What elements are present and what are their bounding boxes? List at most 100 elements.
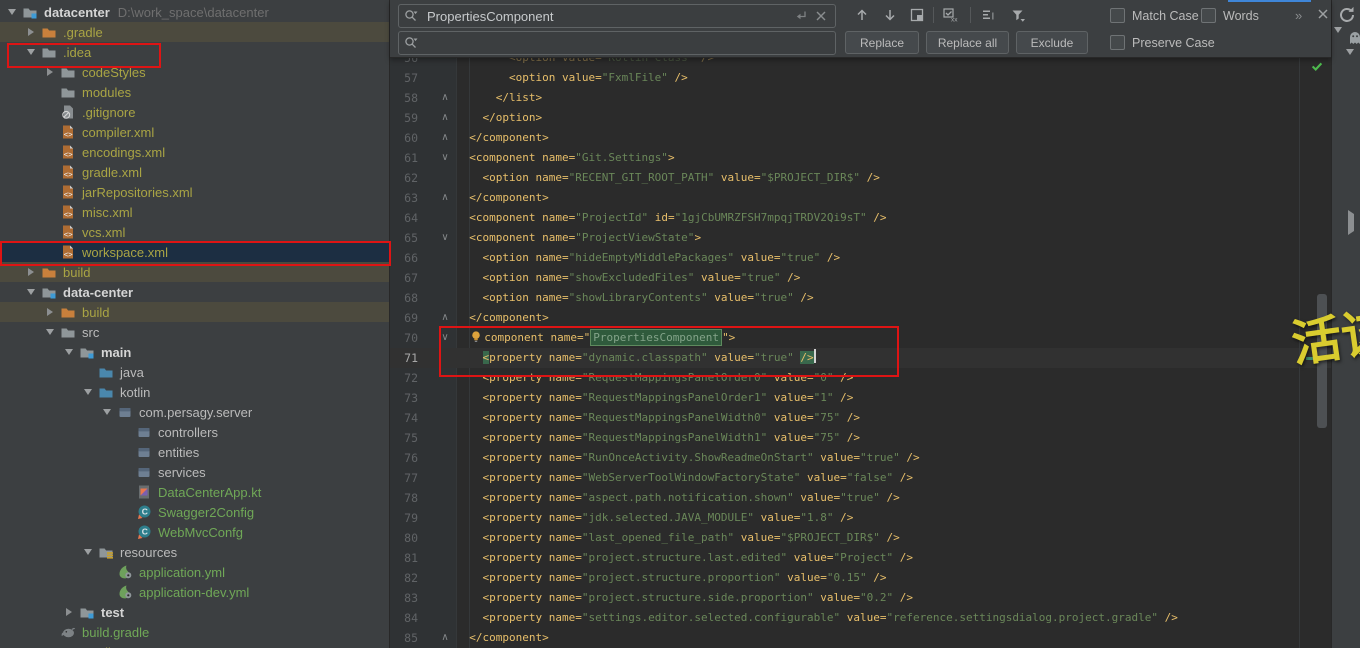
chevron-collapsed-icon[interactable]: [25, 28, 37, 36]
tree-item-resources[interactable]: resources: [0, 542, 389, 562]
triangle-down-icon[interactable]: [1346, 55, 1354, 73]
fold-marker-icon[interactable]: ∧: [438, 188, 452, 208]
fold-marker-icon[interactable]: ∨: [438, 148, 452, 168]
newline-icon[interactable]: [793, 8, 809, 29]
code-line-85[interactable]: </component>: [456, 628, 549, 648]
code-line-56[interactable]: <option value="Kotlin Class" />: [456, 57, 714, 68]
arrow-down-icon[interactable]: [879, 4, 901, 26]
tree-item-vcs.xml[interactable]: <>vcs.xml: [0, 222, 389, 242]
search-input[interactable]: [425, 5, 789, 27]
tree-item-WebMvcConfg[interactable]: CWebMvcConfg: [0, 522, 389, 542]
chevron-expanded-icon[interactable]: [6, 9, 18, 15]
checkbox-box[interactable]: [1110, 35, 1125, 50]
code-line-66[interactable]: <option name="hideEmptyMiddlePackages" v…: [456, 248, 840, 268]
filter-lines-icon[interactable]: I: [978, 4, 1000, 26]
code-line-83[interactable]: <property name="project.structure.side.p…: [456, 588, 913, 608]
tree-item-application.yml[interactable]: application.yml: [0, 562, 389, 582]
fold-marker-icon[interactable]: ∨: [438, 328, 452, 348]
tree-item-test[interactable]: test: [0, 602, 389, 622]
code-line-79[interactable]: <property name="jdk.selected.JAVA_MODULE…: [456, 508, 853, 528]
filter-funnel-icon[interactable]: [1007, 4, 1029, 26]
fold-marker-icon[interactable]: ∧: [438, 628, 452, 648]
replace-button[interactable]: Replace: [845, 31, 919, 54]
code-line-75[interactable]: <property name="RequestMappingsPanelWidt…: [456, 428, 860, 448]
tree-item-.gradle[interactable]: .gradle: [0, 22, 389, 42]
words-checkbox[interactable]: Words: [1201, 8, 1259, 23]
tree-item-Swagger2Config[interactable]: CSwagger2Config: [0, 502, 389, 522]
code-line-72[interactable]: <property name="RequestMappingsPanelOrde…: [456, 368, 853, 388]
triangle-down-icon[interactable]: [1334, 33, 1342, 51]
tree-item-codeStyles[interactable]: codeStyles: [0, 62, 389, 82]
tree-item-modules[interactable]: modules: [0, 82, 389, 102]
tree-item-compiler.xml[interactable]: <>compiler.xml: [0, 122, 389, 142]
code-line-73[interactable]: <property name="RequestMappingsPanelOrde…: [456, 388, 853, 408]
chevron-expanded-icon[interactable]: [101, 409, 113, 415]
tree-item-build[interactable]: build: [0, 302, 389, 322]
chevron-expanded-icon[interactable]: [82, 389, 94, 395]
code-line-60[interactable]: </component>: [456, 128, 549, 148]
tree-item-gradle[interactable]: gradle: [0, 642, 389, 648]
code-line-70[interactable]: component name="PropertiesComponent">: [456, 328, 735, 348]
fold-marker-icon[interactable]: ∨: [438, 228, 452, 248]
tree-item-main[interactable]: main: [0, 342, 389, 362]
arrow-up-icon[interactable]: [851, 4, 873, 26]
tree-item-controllers[interactable]: controllers: [0, 422, 389, 442]
tree-item-DataCenterApp.kt[interactable]: DataCenterApp.kt: [0, 482, 389, 502]
code-line-77[interactable]: <property name="WebServerToolWindowFacto…: [456, 468, 913, 488]
close-icon[interactable]: [1315, 6, 1331, 27]
select-all-occurrences-icon[interactable]: xx: [939, 4, 961, 26]
tree-item-data-center[interactable]: data-center: [0, 282, 389, 302]
intention-bulb-icon[interactable]: [469, 329, 483, 344]
code-line-57[interactable]: <option value="FxmlFile" />: [456, 68, 688, 88]
chevron-collapsed-icon[interactable]: [44, 308, 56, 316]
code-line-80[interactable]: <property name="last_opened_file_path" v…: [456, 528, 900, 548]
more-options-chevron[interactable]: »: [1295, 8, 1301, 23]
code-line-68[interactable]: <option name="showLibraryContents" value…: [456, 288, 814, 308]
replace-input[interactable]: [425, 32, 789, 54]
fold-marker-icon[interactable]: ∧: [438, 108, 452, 128]
code-line-84[interactable]: <property name="settings.editor.selected…: [456, 608, 1178, 628]
open-in-window-icon[interactable]: [906, 4, 928, 26]
code-line-58[interactable]: </list>: [456, 88, 542, 108]
tree-item-com.persagy.server[interactable]: com.persagy.server: [0, 402, 389, 422]
code-line-67[interactable]: <option name="showExcludedFiles" value="…: [456, 268, 800, 288]
tree-item-workspace.xml[interactable]: <>workspace.xml: [0, 242, 389, 262]
tree-item-src[interactable]: src: [0, 322, 389, 342]
fold-marker-icon[interactable]: ∧: [438, 128, 452, 148]
checkbox-box[interactable]: [1201, 8, 1216, 23]
inspections-ok-icon[interactable]: [1310, 59, 1324, 78]
exclude-button[interactable]: Exclude: [1016, 31, 1088, 54]
preserve-case-checkbox[interactable]: Preserve Case: [1110, 35, 1215, 50]
code-line-82[interactable]: <property name="project.structure.propor…: [456, 568, 887, 588]
chevron-collapsed-icon[interactable]: [25, 268, 37, 276]
code-line-61[interactable]: <component name="Git.Settings">: [456, 148, 675, 168]
code-line-76[interactable]: <property name="RunOnceActivity.ShowRead…: [456, 448, 920, 468]
match-case-checkbox[interactable]: Match Case: [1110, 8, 1199, 23]
fold-marker-icon[interactable]: ∧: [438, 88, 452, 108]
tree-item-misc.xml[interactable]: <>misc.xml: [0, 202, 389, 222]
search-icon[interactable]: [403, 8, 419, 29]
checkbox-box[interactable]: [1110, 8, 1125, 23]
code-line-65[interactable]: <component name="ProjectViewState">: [456, 228, 701, 248]
chevron-expanded-icon[interactable]: [25, 289, 37, 295]
triangle-right-icon[interactable]: [1348, 214, 1354, 232]
tree-item-build.gradle[interactable]: build.gradle: [0, 622, 389, 642]
code-line-63[interactable]: </component>: [456, 188, 549, 208]
replace-field[interactable]: [398, 31, 836, 55]
tree-item-.gitignore[interactable]: .gitignore: [0, 102, 389, 122]
code-line-74[interactable]: <property name="RequestMappingsPanelWidt…: [456, 408, 860, 428]
replace-all-button[interactable]: Replace all: [926, 31, 1009, 54]
code-line-59[interactable]: </option>: [456, 108, 542, 128]
code-line-78[interactable]: <property name="aspect.path.notification…: [456, 488, 900, 508]
code-line-62[interactable]: <option name="RECENT_GIT_ROOT_PATH" valu…: [456, 168, 880, 188]
code-line-64[interactable]: <component name="ProjectId" id="1gjCbUMR…: [456, 208, 887, 228]
tree-item-services[interactable]: services: [0, 462, 389, 482]
chevron-expanded-icon[interactable]: [82, 549, 94, 555]
tree-item-entities[interactable]: entities: [0, 442, 389, 462]
tree-item-application-dev.yml[interactable]: application-dev.yml: [0, 582, 389, 602]
chevron-expanded-icon[interactable]: [63, 349, 75, 355]
chevron-collapsed-icon[interactable]: [63, 608, 75, 616]
code-line-71[interactable]: <property name="dynamic.classpath" value…: [456, 348, 816, 368]
fold-marker-icon[interactable]: ∧: [438, 308, 452, 328]
tree-item-encodings.xml[interactable]: <>encodings.xml: [0, 142, 389, 162]
